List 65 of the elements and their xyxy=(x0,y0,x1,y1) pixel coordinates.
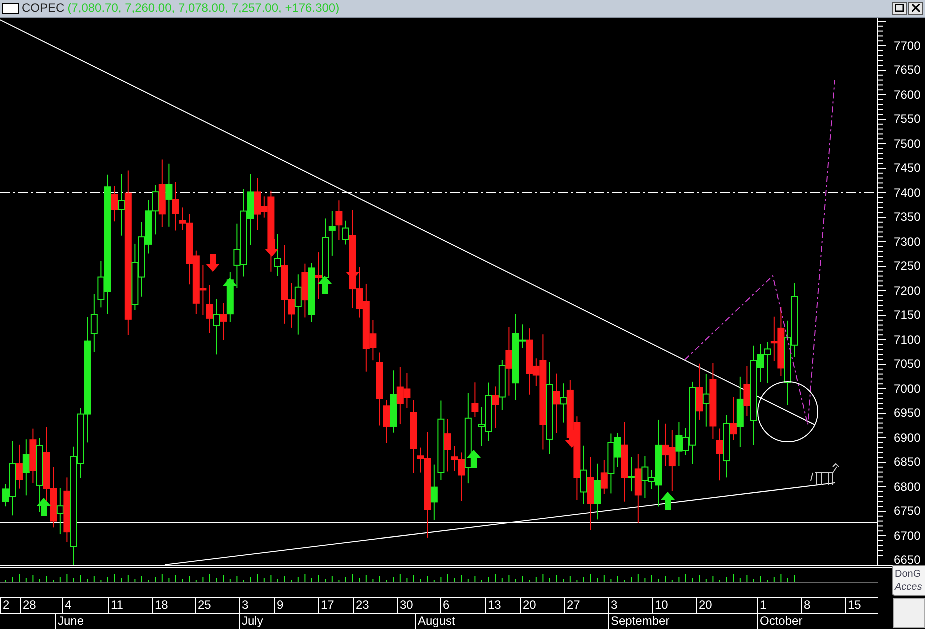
day-label: 4 xyxy=(62,598,108,614)
price-label: 6900 xyxy=(894,430,921,445)
price-label: 6950 xyxy=(894,406,921,420)
day-label: 27 xyxy=(564,598,608,614)
up-arrow-icon xyxy=(661,492,675,510)
down-arrow-icon xyxy=(206,254,220,272)
day-label: 8 xyxy=(801,598,845,614)
day-label: 1 xyxy=(757,598,801,614)
close-button[interactable] xyxy=(908,2,923,15)
day-label: 13 xyxy=(485,598,520,614)
price-label: 6800 xyxy=(894,480,921,494)
price-label: 7150 xyxy=(894,308,921,322)
price-label: 7600 xyxy=(894,88,921,102)
price-label: 7200 xyxy=(894,284,921,298)
day-label: 6 xyxy=(440,598,485,614)
price-label: 7100 xyxy=(894,332,921,347)
price-label: 7700 xyxy=(894,38,921,53)
price-label: 7650 xyxy=(894,63,921,78)
panel-box xyxy=(893,598,925,628)
tooltip-text: DonG xyxy=(895,568,922,581)
price-label: 7450 xyxy=(894,161,921,176)
month-label: August xyxy=(415,614,608,629)
price-label: 6850 xyxy=(894,455,921,470)
day-label: 15 xyxy=(845,598,878,614)
day-label: 23 xyxy=(353,598,397,614)
day-label: 18 xyxy=(152,598,195,614)
price-label: 6700 xyxy=(894,528,921,543)
up-arrow-icon xyxy=(318,276,332,294)
day-label: 20 xyxy=(696,598,757,614)
day-label: 3 xyxy=(608,598,652,614)
price-label: 7250 xyxy=(894,259,921,274)
day-label: 2 xyxy=(0,598,20,614)
price-label: 7300 xyxy=(894,234,921,249)
tooltip-text: Acces xyxy=(895,581,922,594)
day-label: 28 xyxy=(20,598,62,614)
month-label: October xyxy=(757,614,878,629)
quote-values: (7,080.70, 7,260.00, 7,078.00, 7,257.00, +176.300) xyxy=(68,1,340,16)
window-icon xyxy=(2,2,19,14)
price-label: 7050 xyxy=(894,357,921,372)
day-label: 30 xyxy=(397,598,440,614)
day-label: 20 xyxy=(520,598,564,614)
highlight-circle xyxy=(758,381,818,442)
price-label: 6750 xyxy=(894,504,921,518)
day-label: 3 xyxy=(239,598,274,614)
day-label: 9 xyxy=(274,598,318,614)
down-arrow-icon xyxy=(265,238,279,257)
month-label: July xyxy=(239,614,415,629)
up-arrow-icon xyxy=(37,498,51,516)
price-label: 6650 xyxy=(894,553,921,568)
day-label: 25 xyxy=(195,598,239,614)
maximize-icon xyxy=(895,4,904,12)
day-label: 11 xyxy=(108,598,152,614)
month-label: September xyxy=(608,614,757,629)
price-label: 7500 xyxy=(894,136,921,151)
price-label: 7350 xyxy=(894,210,921,224)
maximize-button[interactable] xyxy=(892,2,907,15)
day-label: 10 xyxy=(652,598,696,614)
price-label: 7550 xyxy=(894,112,921,126)
month-label: June xyxy=(55,614,239,629)
day-label: 17 xyxy=(318,598,353,614)
close-icon xyxy=(912,4,920,12)
price-label: 7400 xyxy=(894,186,921,200)
price-label: 7000 xyxy=(894,382,921,396)
symbol-name: COPEC xyxy=(22,1,65,16)
up-arrow-icon xyxy=(467,450,481,468)
